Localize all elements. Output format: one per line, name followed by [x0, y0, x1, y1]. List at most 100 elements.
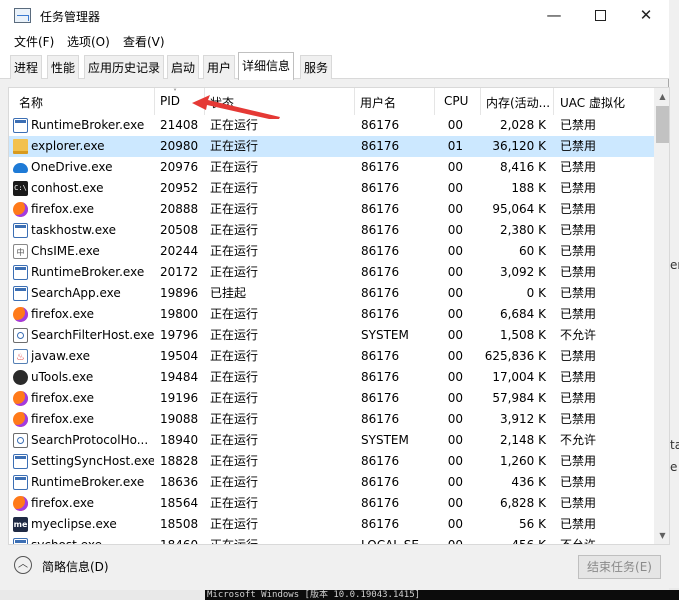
- table-row[interactable]: 中 ChsIME.exe 20244 正在运行 86176 00 60 K 已禁用: [9, 241, 654, 262]
- process-username: 86176: [361, 118, 400, 132]
- process-memory: 2,028 K: [499, 118, 546, 132]
- process-table: 名称 PID ˅ 状态 用户名 CPU 内存(活动... UAC 虚拟化 Run…: [8, 87, 670, 545]
- table-row[interactable]: RuntimeBroker.exe 18636 正在运行 86176 00 436 K 已禁…: [9, 472, 654, 493]
- table-row[interactable]: SearchFilterHost.exe 19796 正在运行 SYSTEM 00 1,5…: [9, 325, 654, 346]
- menu-options[interactable]: 选项(O): [67, 33, 110, 50]
- scroll-down-icon[interactable]: ▼: [654, 527, 669, 544]
- tab-processes[interactable]: 进程: [10, 55, 43, 79]
- process-name: firefox.exe: [31, 412, 95, 426]
- scrollbar-thumb[interactable]: [656, 106, 669, 143]
- process-status: 正在运行: [210, 307, 259, 321]
- process-name: RuntimeBroker.exe: [31, 475, 145, 489]
- table-row[interactable]: me myeclipse.exe 18508 正在运行 86176 00 56 K 已禁用: [9, 514, 654, 535]
- process-uac: 已禁用: [560, 412, 597, 426]
- tab-details[interactable]: 详细信息: [238, 52, 295, 80]
- process-username: 86176: [361, 370, 400, 384]
- table-row[interactable]: RuntimeBroker.exe 21408 正在运行 86176 00 2,028 K…: [9, 115, 654, 136]
- process-name: svchost.exe: [31, 538, 102, 545]
- process-name: firefox.exe: [31, 202, 95, 216]
- process-status: 正在运行: [210, 139, 259, 153]
- process-status: 正在运行: [210, 454, 259, 468]
- table-row[interactable]: firefox.exe 18564 正在运行 86176 00 6,828 K 已禁用: [9, 493, 654, 514]
- column-header-memory[interactable]: 内存(活动...: [481, 88, 554, 115]
- column-header-username[interactable]: 用户名: [355, 88, 435, 115]
- process-name: uTools.exe: [31, 370, 94, 384]
- process-status: 正在运行: [210, 244, 259, 258]
- tab-bar: 进程 性能 应用历史记录 启动 用户 详细信息 服务: [0, 52, 669, 80]
- table-row[interactable]: firefox.exe 20888 正在运行 86176 00 95,064 K 已禁用: [9, 199, 654, 220]
- sort-descending-icon: ˅: [173, 88, 177, 97]
- table-row[interactable]: taskhostw.exe 20508 正在运行 86176 00 2,380 K 已禁用: [9, 220, 654, 241]
- fewer-details-link[interactable]: 简略信息(D): [42, 558, 109, 575]
- process-username: 86176: [361, 139, 400, 153]
- table-row[interactable]: SettingSyncHost.exe 18828 正在运行 86176 00 1,260…: [9, 451, 654, 472]
- process-uac: 已禁用: [560, 286, 597, 300]
- generic-app-icon: [13, 265, 28, 280]
- process-username: 86176: [361, 202, 400, 216]
- tab-startup[interactable]: 启动: [167, 55, 200, 79]
- tab-app-history[interactable]: 应用历史记录: [84, 55, 165, 79]
- table-row[interactable]: SearchApp.exe 19896 已挂起 86176 00 0 K 已禁用: [9, 283, 654, 304]
- table-row[interactable]: OneDrive.exe 20976 正在运行 86176 00 8,416 K 已禁用: [9, 157, 654, 178]
- process-uac: 已禁用: [560, 496, 597, 510]
- end-task-button[interactable]: 结束任务(E): [578, 555, 661, 579]
- table-row[interactable]: SearchProtocolHo... 18940 正在运行 SYSTEM 00 2,14…: [9, 430, 654, 451]
- table-row[interactable]: firefox.exe 19088 正在运行 86176 00 3,912 K 已禁用: [9, 409, 654, 430]
- background-window-left: [0, 520, 8, 588]
- process-uac: 已禁用: [560, 475, 597, 489]
- onedrive-icon: [13, 163, 28, 173]
- maximize-button[interactable]: [577, 0, 623, 31]
- column-header-cpu[interactable]: CPU: [435, 88, 481, 115]
- table-row[interactable]: RuntimeBroker.exe 20172 正在运行 86176 00 3,092 K…: [9, 262, 654, 283]
- table-row[interactable]: explorer.exe 20980 正在运行 86176 01 36,120 K 已禁用: [9, 136, 654, 157]
- process-name: RuntimeBroker.exe: [31, 118, 145, 132]
- menu-view[interactable]: 查看(V): [123, 33, 165, 50]
- process-name: ChsIME.exe: [31, 244, 100, 258]
- process-memory: 625,836 K: [484, 349, 546, 363]
- process-pid: 19800: [160, 307, 199, 321]
- chevron-up-icon[interactable]: ︿: [14, 556, 32, 574]
- scroll-up-icon[interactable]: ▲: [654, 88, 669, 105]
- process-status: 正在运行: [210, 223, 259, 237]
- process-username: 86176: [361, 496, 400, 510]
- process-pid: 18828: [160, 454, 199, 468]
- process-memory: 6,828 K: [499, 496, 546, 510]
- column-header-uac[interactable]: UAC 虚拟化: [554, 88, 654, 115]
- table-row[interactable]: uTools.exe 19484 正在运行 86176 00 17,004 K 已禁用: [9, 367, 654, 388]
- process-pid: 20976: [160, 160, 199, 174]
- table-row[interactable]: firefox.exe 19800 正在运行 86176 00 6,684 K 已禁用: [9, 304, 654, 325]
- table-row[interactable]: C:\ conhost.exe 20952 正在运行 86176 00 188 K 已禁用: [9, 178, 654, 199]
- process-uac: 已禁用: [560, 349, 597, 363]
- table-row[interactable]: firefox.exe 19196 正在运行 86176 00 57,984 K 已禁用: [9, 388, 654, 409]
- firefox-icon: [13, 307, 28, 322]
- generic-app-icon: [13, 454, 28, 469]
- process-memory: 188 K: [511, 181, 546, 195]
- title-bar[interactable]: 任务管理器 — ✕: [0, 0, 669, 31]
- process-cpu: 00: [447, 202, 463, 216]
- firefox-icon: [13, 412, 28, 427]
- column-header-name[interactable]: 名称: [9, 88, 155, 115]
- process-pid: 20888: [160, 202, 199, 216]
- process-username: 86176: [361, 412, 400, 426]
- process-name: SettingSyncHost.exe: [31, 454, 154, 468]
- process-username: 86176: [361, 160, 400, 174]
- process-uac: 已禁用: [560, 118, 597, 132]
- process-uac: 已禁用: [560, 139, 597, 153]
- table-row[interactable]: svchost.exe 18460 正在运行 LOCAL SE... 00 456 K 不允…: [9, 535, 654, 545]
- table-row[interactable]: ♨ javaw.exe 19504 正在运行 86176 00 625,836 K 已禁用: [9, 346, 654, 367]
- vertical-scrollbar[interactable]: ▲ ▼: [654, 88, 669, 544]
- tab-performance[interactable]: 性能: [47, 55, 80, 79]
- process-memory: 56 K: [519, 517, 546, 531]
- process-name: SearchProtocolHo...: [31, 433, 149, 447]
- minimize-button[interactable]: —: [531, 0, 577, 31]
- process-memory: 57,984 K: [492, 391, 546, 405]
- process-memory: 456 K: [511, 538, 546, 545]
- process-username: 86176: [361, 454, 400, 468]
- close-button[interactable]: ✕: [623, 0, 669, 31]
- process-cpu: 00: [447, 475, 463, 489]
- tab-users[interactable]: 用户: [203, 55, 236, 79]
- menu-file[interactable]: 文件(F): [14, 33, 54, 50]
- tab-services[interactable]: 服务: [300, 55, 333, 79]
- table-header: 名称 PID ˅ 状态 用户名 CPU 内存(活动... UAC 虚拟化: [9, 88, 654, 119]
- process-memory: 17,004 K: [492, 370, 546, 384]
